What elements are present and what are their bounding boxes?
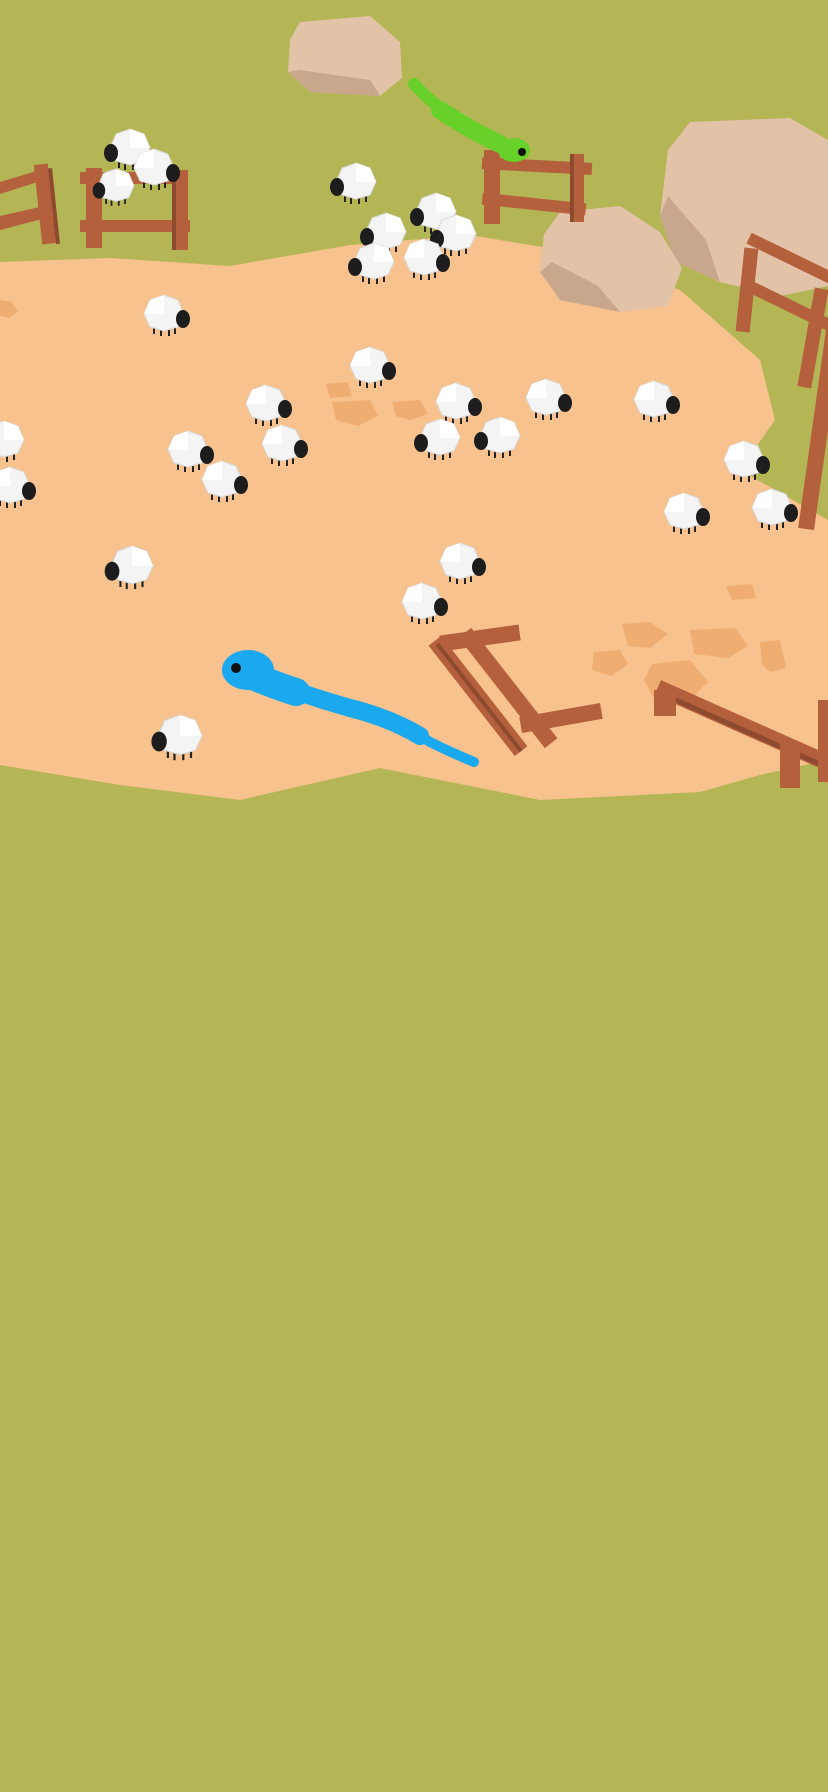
sheep-head — [666, 396, 680, 414]
sheep-head — [151, 731, 167, 752]
sheep-head — [784, 504, 798, 522]
sheep-head — [472, 558, 486, 576]
snake-head — [222, 650, 274, 690]
sheep-head — [234, 476, 248, 494]
sheep-head — [468, 398, 482, 416]
sheep-head — [278, 400, 292, 418]
sheep-head — [696, 508, 710, 526]
snake-eye — [518, 148, 526, 156]
sheep-head — [410, 208, 424, 226]
sheep-head — [92, 182, 106, 199]
sheep-head — [382, 362, 396, 380]
sheep-head — [558, 394, 572, 412]
sheep-head — [474, 432, 488, 450]
sheep-head — [22, 482, 36, 500]
dirt-patch — [326, 382, 352, 398]
sheep-head — [176, 310, 190, 328]
sheep-head — [166, 164, 180, 182]
sheep-head — [294, 440, 308, 458]
sheep-head — [348, 258, 362, 276]
sheep-head — [436, 254, 450, 272]
sheep-head — [104, 561, 120, 581]
sheep-head — [414, 434, 428, 452]
sheep-head — [756, 456, 770, 474]
sheep-head — [434, 598, 448, 616]
sheep-head — [330, 178, 344, 196]
sheep-head — [104, 144, 118, 162]
snake-eye — [231, 663, 241, 673]
game-scene[interactable] — [0, 0, 828, 1792]
sheep-head — [200, 446, 214, 464]
